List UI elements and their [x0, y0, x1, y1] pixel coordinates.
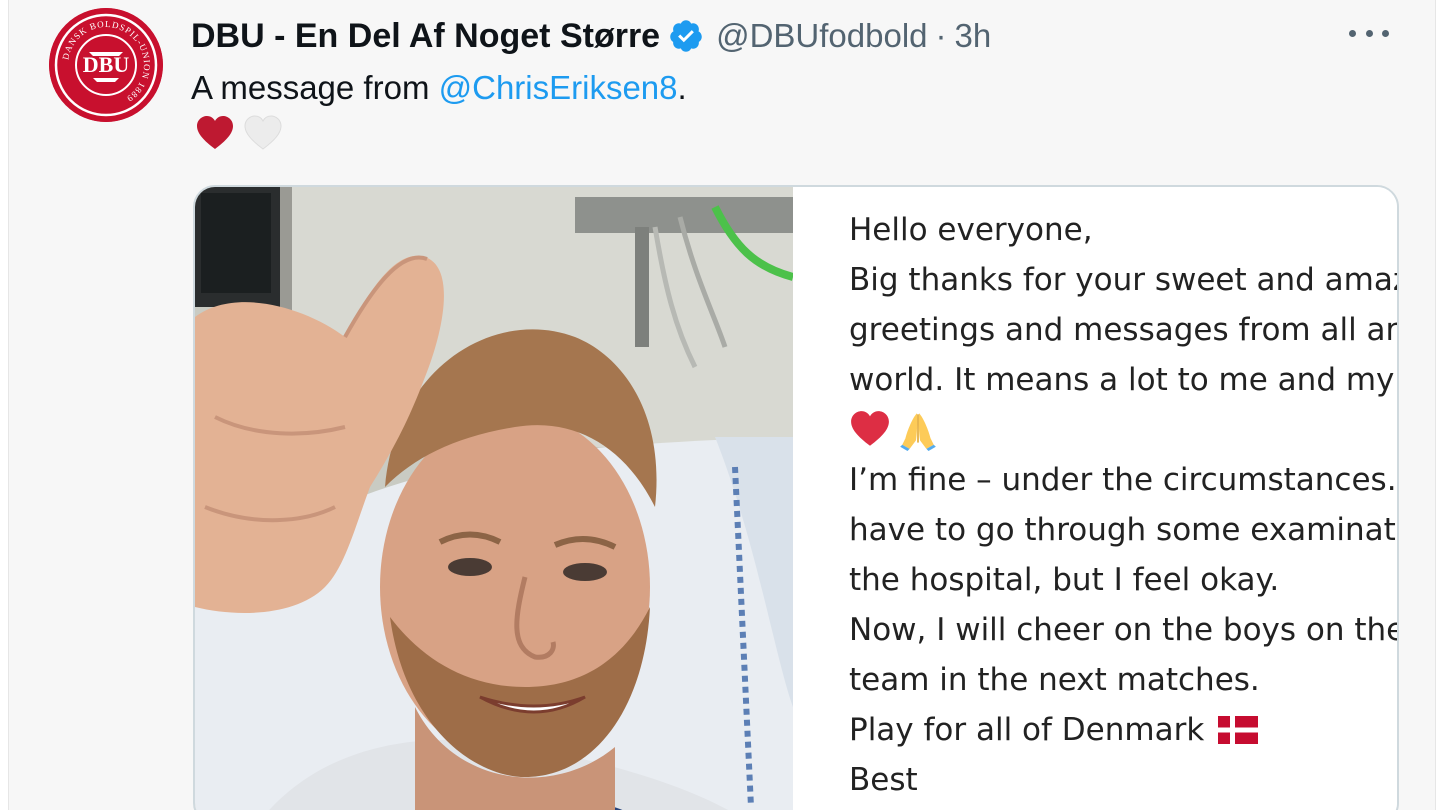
white-heart-icon [244, 115, 282, 150]
note-image: Hello everyone, Big thanks for your swee… [793, 187, 1399, 810]
more-options-icon[interactable] [1349, 20, 1389, 46]
account-handle[interactable]: @DBUfodbold [716, 17, 927, 55]
note-line: world. It means a lot to me and my [849, 362, 1395, 398]
folded-hands-icon [900, 413, 936, 451]
red-heart-icon [851, 411, 889, 446]
note-line: Big thanks for your sweet and amaz [849, 262, 1399, 298]
note-line: team in the next matches. [849, 662, 1260, 698]
tweet-text-suffix: . [677, 69, 687, 106]
hospital-selfie-photo[interactable] [195, 187, 793, 810]
note-line: Play for all of Denmark [849, 712, 1205, 748]
dbu-crest-icon: DANSK BOLDSPIL-UNION 1889 DBU [49, 8, 163, 122]
note-line: the hospital, but I feel okay. [849, 562, 1280, 598]
note-line: Best [849, 762, 918, 798]
tweet-card[interactable]: DANSK BOLDSPIL-UNION 1889 DBU DBU - En D… [8, 0, 1436, 810]
tweet-media[interactable]: Hello everyone, Big thanks for your swee… [193, 185, 1399, 810]
denmark-flag-icon [1218, 716, 1259, 744]
tweet-header: DBU - En Del Af Noget Større @DBUfodbold… [191, 12, 991, 60]
red-heart-icon [197, 116, 233, 149]
note-emoji-row [849, 405, 1397, 455]
note-text: Hello everyone, Big thanks for your swee… [849, 205, 1399, 805]
note-line: have to go through some examinati [849, 512, 1399, 548]
display-name[interactable]: DBU - En Del Af Noget Større [191, 17, 660, 56]
note-line: greetings and messages from all ar [849, 312, 1399, 348]
verified-badge-icon [668, 18, 704, 54]
tweet-text-prefix: A message from [191, 69, 439, 106]
mention-link[interactable]: @ChrisEriksen8 [439, 69, 678, 106]
note-line: Hello everyone, [849, 212, 1093, 248]
emoji-row [195, 114, 283, 154]
note-line: I’m fine – under the circumstances. [849, 462, 1397, 498]
tweet-timestamp[interactable]: 3h [955, 17, 992, 55]
separator-dot: · [935, 17, 947, 54]
note-line: Now, I will cheer on the boys on the [849, 612, 1399, 648]
avatar[interactable]: DANSK BOLDSPIL-UNION 1889 DBU [49, 8, 163, 122]
tweet-text: A message from @ChrisEriksen8. [191, 66, 687, 110]
note-line-with-flag: Play for all of Denmark [849, 705, 1397, 755]
